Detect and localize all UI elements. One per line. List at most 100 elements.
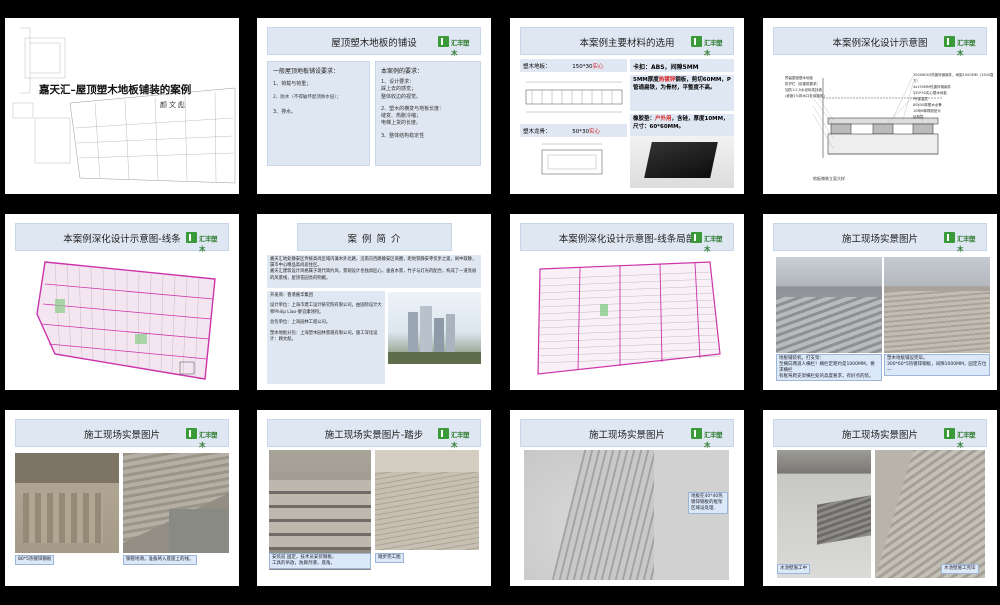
slide-9-site-photos[interactable]: 施工现场实景图片 汇丰塑木 80*5热镀锌钢板 钢管地滑，准备将入底座上的线。 — [5, 410, 239, 586]
slide-4-detail-design[interactable]: 本案例深化设计示意图 汇丰塑木 预留屋面塑木地板 防护栏（依建筑要求） 加防1:… — [763, 18, 997, 194]
slide-header: 施工现场实景图片-踏步 汇丰塑木 — [267, 419, 481, 449]
intro-paragraph: 嘉天汇建筑设计风格属于现代简约风，景观设计也独具匠心，垂直水景，竹子与灯光的配合… — [270, 269, 477, 281]
note: (坡度1%排水口处填缝胶) — [785, 93, 825, 98]
board-size: 150*30 — [572, 64, 593, 70]
rubber-text-outdoor: 户外用 — [655, 116, 672, 122]
slide-8-site-photos[interactable]: 施工现场实景图片 汇丰塑木 地板铺装机，打支架： 至横向两道人横栏！横栏定距约是… — [763, 214, 997, 390]
logo-text: 汇丰塑木 — [704, 235, 723, 253]
general-requirements-box: 一般屋顶地板铺设要求： 1、荷载与荷重； 2、防水（不得破坏屋顶防水层）； 3、… — [267, 61, 370, 166]
slide-header: 案 例 简 介 — [297, 223, 452, 251]
steel-text-pre: 5MM厚度 — [633, 77, 659, 83]
intro-box: 嘉天汇地处静安区传统高尚区域内兼木外北路，沿南京西路静安区商圈，距地铁静安寺仅步… — [267, 255, 481, 288]
photo-caption: 安装前 固定，技术员安装钢板， 工具的吊放，防腐剂液，底角。 — [269, 553, 371, 569]
leaf-logo-icon: 汇丰塑木 — [944, 36, 980, 57]
keel-profile-drawing — [541, 143, 603, 175]
case-item: 踩上去的感觉； — [381, 86, 417, 93]
slide-title: 案 例 简 介 — [347, 234, 402, 245]
developer: 开发商：香港嘉华集团 — [270, 293, 313, 298]
designer: 设计单位：上海市建工设计研究院有限公司，由国际设计大师Philip Liao-廖… — [270, 303, 382, 315]
slide-1-title[interactable]: 嘉天汇–屋顶塑木地板铺装的案例 颜文彪 — [5, 18, 239, 194]
slide-header: 施工现场实景图片 汇丰塑木 — [773, 419, 987, 449]
concrete-deck-photo — [524, 450, 729, 580]
caption-line: 300*60*5热镀锌钢板，间隙1000MM，固定方位— — [887, 361, 987, 373]
logo-text: 汇丰塑木 — [704, 431, 723, 449]
case-item: 整体收边的视觉。 — [381, 93, 422, 100]
site-photo-frame — [776, 257, 882, 353]
steps-frame-photo — [269, 450, 371, 570]
photo-caption: 钢管地滑，准备将入底座上的线。 — [123, 555, 197, 565]
subcontractor: 塑木地板分包：上海塑木园林景观有限公司，施工深化设计：顾文彪。 — [270, 330, 378, 343]
leaf-logo-icon: 汇丰塑木 — [186, 428, 222, 449]
steps-finished-photo — [375, 450, 479, 550]
slide-header: 屋顶塑木地板的铺设 汇丰塑木 — [267, 27, 481, 57]
note: 300X60X5热镀锌钢扁件，间距1000MM（1500直方） — [913, 73, 994, 83]
logo-text: 汇丰塑木 — [957, 39, 976, 57]
line-detail-drawing — [537, 261, 721, 375]
notes-right: 300X60X5热镀锌钢扁件，间距1000MM（1500直方） 4x150MM热… — [913, 73, 995, 121]
note: 结构层 — [913, 114, 924, 119]
slide-1-title-text: 嘉天汇–屋顶塑木地板铺装的案例 — [39, 84, 192, 96]
keel-size: 50*30 — [572, 129, 590, 135]
pool-progress-photo — [777, 450, 871, 578]
case-item: 3、整体结构稳定性 — [381, 132, 425, 139]
slide-7-line-detail[interactable]: 本案例深化设计示意图-线条局部 汇丰塑木 — [510, 214, 744, 390]
leaf-logo-icon: 汇丰塑木 — [944, 428, 980, 449]
logo-text: 汇丰塑木 — [957, 235, 976, 253]
board-profile-drawing — [525, 81, 623, 113]
requirement-item: 3、排水。 — [273, 108, 297, 115]
slide-3-materials[interactable]: 本案例主要材料的选用 汇丰塑木 塑木地板： 150*30实心 塑木龙骨： 50*… — [510, 18, 744, 194]
steel-box: 5MM厚度热镀锌钢板，剪切60MM，P管通扁铁，为骨材，平整度不高。 — [630, 75, 734, 111]
slide-2-requirements[interactable]: 屋顶塑木地板的铺设 汇丰塑木 一般屋顶地板铺设要求： 1、荷载与荷重； 2、防水… — [257, 18, 491, 194]
case-requirements-box: 本案例的要求： 1、设计要求： 踩上去的感觉； 整体收边的视觉。 2、塑木的横变… — [375, 61, 481, 166]
leaf-logo-icon: 汇丰塑木 — [438, 428, 474, 449]
slide-1-author: 颜文彪 — [160, 101, 187, 109]
slide-header: 本案例主要材料的选用 汇丰塑木 — [520, 27, 734, 57]
notes-left: 预留屋面塑木地板 防护栏（依建筑要求） 加防1:2.5水泥砂浆找坡 (坡度1%排… — [785, 76, 833, 100]
photo-caption: 塑木地板铺设完毕。 300*60*5热镀锌钢板，间隙1000MM，固定方位— — [884, 354, 990, 376]
case-requirements-title: 本案例的要求： — [381, 68, 424, 75]
leaf-logo-icon: 汇丰塑木 — [438, 36, 474, 57]
requirement-item: 2、防水（不得破坏屋顶防水层）； — [273, 95, 342, 101]
logo-text: 汇丰塑木 — [199, 235, 218, 253]
keel-label-box: 塑木龙骨： 50*30实心 — [520, 124, 627, 137]
leaf-logo-icon: 汇丰塑木 — [944, 232, 980, 253]
pool-finished-photo — [875, 450, 985, 578]
general-requirements-title: 一般屋顶地板铺设要求： — [273, 68, 340, 75]
line-plan-drawing — [36, 261, 216, 380]
leaf-logo-icon: 汇丰塑木 — [691, 428, 727, 449]
photo-caption: 地板铺装机，打支架： 至横向两道人横栏！横栏定距约是1000MM，要求横栏 有框… — [776, 354, 882, 382]
logo-text: 汇丰塑木 — [957, 431, 976, 449]
board-size-solid: 实心 — [592, 64, 604, 70]
steel-text-galvanized: 热镀锌 — [658, 77, 676, 83]
clip-box: 卡扣：ABS，间隙5MM — [630, 59, 734, 72]
keel-size-solid: 实心 — [589, 129, 601, 135]
slide-header: 本案例深化设计示意图-线条 汇丰塑木 — [15, 223, 229, 253]
slide-12-pool[interactable]: 施工现场实景图片 汇丰塑木 水池壁施工中 水池壁施工完毕 — [763, 410, 997, 586]
photo-caption: 踏步完工图 — [375, 553, 404, 563]
rubber-text-pre: 橡胶垫： — [633, 116, 656, 122]
intro-paragraph: 嘉天汇地处静安区传统高尚区域内兼木外北路，沿南京西路静安区商圈，距地铁静安寺仅步… — [270, 257, 477, 269]
slide-5-line-plan[interactable]: 本案例深化设计示意图-线条 汇丰塑木 — [5, 214, 239, 390]
logo-text: 汇丰塑木 — [199, 431, 218, 449]
slide-11-site-photos[interactable]: 施工现场实景图片 汇丰塑木 地板在40*40热镀锌钢板的框架区域设处理. — [510, 410, 744, 586]
site-photo-steel — [15, 453, 119, 553]
leaf-logo-icon: 汇丰塑木 — [691, 232, 727, 253]
requirement-item: 1、荷载与荷重； — [273, 81, 312, 87]
caption-line: 工具的吊放，防腐剂液，底角。 — [272, 560, 335, 566]
logo-text: 汇丰塑木 — [451, 39, 470, 57]
slide-header: 施工现场实景图片 汇丰塑木 — [520, 419, 734, 449]
leaf-logo-icon: 汇丰塑木 — [691, 36, 727, 57]
slide-6-case-intro[interactable]: 案 例 简 介 嘉天汇地处静安区传统高尚区域内兼木外北路，沿南京西路静安区商圈，… — [257, 214, 491, 390]
photo-caption: 水池壁施工中 — [777, 564, 810, 574]
logo-text: 汇丰塑木 — [704, 39, 723, 57]
site-photo-deck — [884, 257, 990, 353]
logo-text: 汇丰塑木 — [451, 431, 470, 449]
slide-header: 施工现场实景图片 汇丰塑木 — [15, 419, 229, 449]
rubber-pad-photo — [630, 136, 734, 188]
slide-10-steps[interactable]: 施工现场实景图片-踏步 汇丰塑木 安装前 固定，技术员安装钢板， 工具的吊放，防… — [257, 410, 491, 586]
case-item: 电梯上货的长度。 — [381, 120, 422, 127]
board-label: 塑木地板： — [523, 64, 551, 70]
leaf-logo-icon: 汇丰塑木 — [186, 232, 222, 253]
slide-header: 本案例深化设计示意图-线条局部 汇丰塑木 — [520, 223, 734, 253]
building-photo — [388, 292, 481, 364]
